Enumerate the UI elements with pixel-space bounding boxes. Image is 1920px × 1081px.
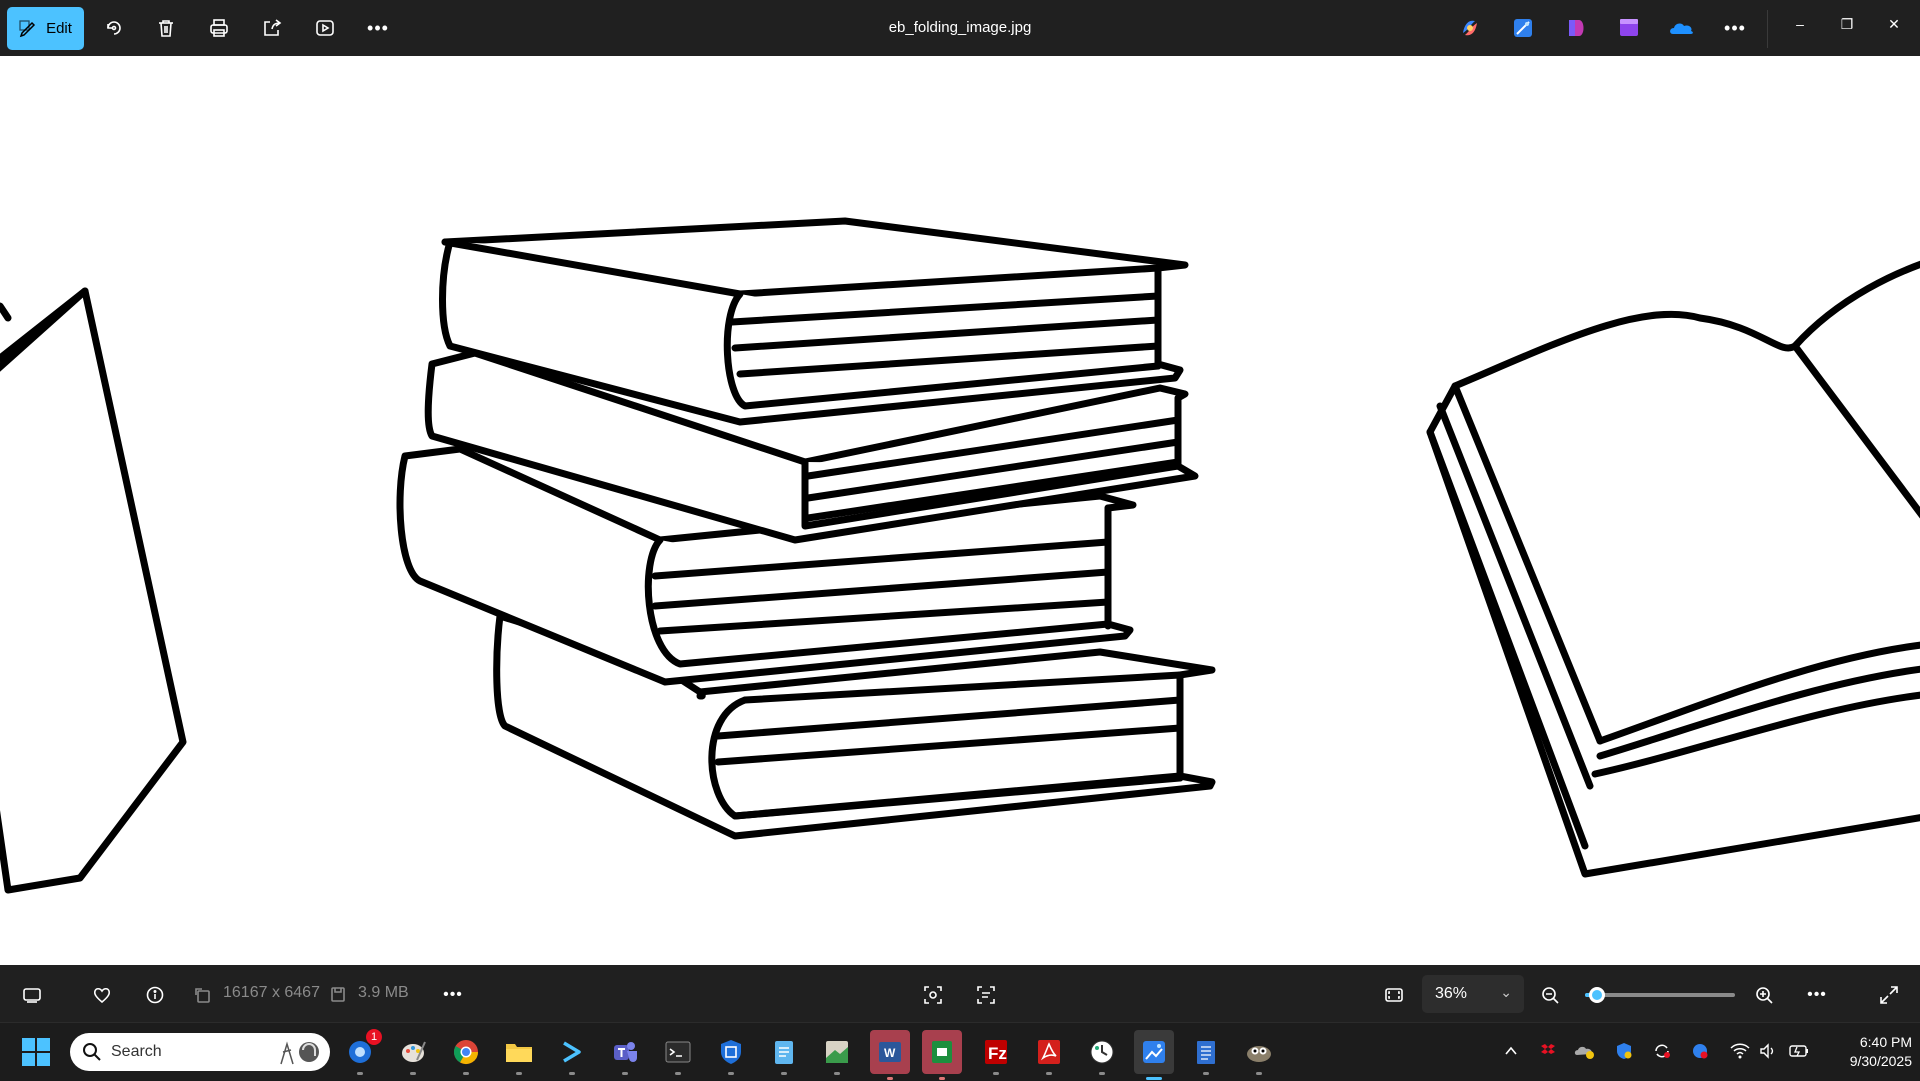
onedrive-icon[interactable] (1668, 14, 1696, 42)
chevron-down-icon: ⌄ (1500, 984, 1512, 1000)
taskbar-photos[interactable] (1134, 1030, 1174, 1080)
taskbar-defender[interactable] (713, 1035, 749, 1075)
search-highlight-icon (280, 1041, 319, 1065)
wifi-icon[interactable] (1728, 1039, 1752, 1063)
image-dimensions: 16167 x 6467 (223, 984, 320, 1001)
taskbar-search[interactable]: Search (70, 1033, 330, 1071)
taskbar: Search 1 W Fz 6:40 PM 9/30/2025 (0, 1022, 1920, 1081)
file-size-icon (324, 981, 352, 1009)
taskbar-clock[interactable] (1084, 1035, 1120, 1075)
zoom-out-icon[interactable] (1536, 981, 1564, 1009)
full-screen-icon[interactable] (1875, 981, 1903, 1009)
designer-icon[interactable] (1562, 14, 1590, 42)
clock-date: 9/30/2025 (1849, 1053, 1912, 1069)
taskbar-word[interactable]: W (870, 1030, 910, 1080)
minimize-button[interactable]: – (1777, 10, 1823, 38)
taskbar-terminal[interactable] (660, 1035, 696, 1075)
close-button[interactable]: ✕ (1871, 10, 1917, 38)
chevron-up-icon[interactable] (1499, 1039, 1523, 1063)
restore-button[interactable]: ❐ (1824, 10, 1870, 38)
zoom-in-icon[interactable] (1750, 981, 1778, 1009)
zoom-slider[interactable] (1585, 987, 1735, 1003)
search-placeholder: Search (111, 1043, 162, 1060)
start-button[interactable] (22, 1038, 50, 1066)
svg-text:W: W (884, 1046, 896, 1060)
vpn-icon[interactable] (1688, 1039, 1712, 1063)
clipchamp-icon[interactable] (1615, 14, 1643, 42)
onedrive-warning-icon[interactable] (1573, 1039, 1597, 1063)
clock-time: 6:40 PM (1859, 1034, 1912, 1050)
security-shield-icon[interactable] (1612, 1039, 1636, 1063)
svg-text:Fz: Fz (988, 1044, 1007, 1063)
favorite-icon[interactable] (88, 981, 116, 1009)
photos-editor-icon[interactable] (1509, 14, 1537, 42)
taskbar-outlook[interactable]: 1 (342, 1029, 382, 1075)
copilot-icon[interactable] (1456, 14, 1484, 42)
taskbar-acrobat[interactable] (1031, 1035, 1067, 1075)
taskbar-filezilla[interactable]: Fz (978, 1035, 1014, 1075)
taskbar-file-explorer[interactable] (501, 1035, 537, 1075)
search-icon (83, 1043, 101, 1061)
more-options-icon[interactable]: ••• (1803, 981, 1831, 1009)
divider (1767, 10, 1768, 48)
zoom-value: 36% (1435, 985, 1468, 1002)
battery-icon[interactable] (1787, 1039, 1811, 1063)
taskbar-teams[interactable] (607, 1035, 643, 1075)
fit-to-window-icon[interactable] (1380, 981, 1408, 1009)
filmstrip-icon[interactable] (18, 981, 46, 1009)
dimensions-icon (190, 983, 218, 1011)
taskbar-gimp[interactable] (1241, 1035, 1277, 1075)
taskbar-paint[interactable] (395, 1035, 431, 1075)
taskbar-notepad[interactable] (766, 1035, 802, 1075)
taskbar-excel[interactable] (922, 1030, 962, 1080)
zoom-slider-thumb[interactable] (1589, 987, 1605, 1003)
taskbar-sheets[interactable] (819, 1035, 855, 1075)
image-canvas[interactable] (0, 56, 1920, 965)
more-apps-icon[interactable]: ••• (1721, 14, 1749, 42)
more-info-icon[interactable]: ••• (439, 981, 467, 1009)
notification-badge: 1 (366, 1029, 382, 1045)
sync-icon[interactable] (1650, 1039, 1674, 1063)
dropbox-icon[interactable] (1536, 1039, 1560, 1063)
file-size: 3.9 MB (358, 984, 409, 1001)
taskbar-notepad-plus[interactable] (1188, 1035, 1224, 1075)
books-illustration (0, 217, 1920, 894)
volume-icon[interactable] (1756, 1039, 1780, 1063)
taskbar-clock-display[interactable]: 6:40 PM 9/30/2025 (1826, 1033, 1912, 1071)
taskbar-chrome[interactable] (448, 1035, 484, 1075)
left-book (0, 287, 187, 894)
taskbar-powershell[interactable] (554, 1035, 590, 1075)
text-recognition-icon[interactable] (972, 981, 1000, 1009)
zoom-dropdown[interactable]: 36% ⌄ (1422, 975, 1524, 1013)
title-bar: Edit ••• eb_folding_image.jpg ••• – ❐ ✕ (0, 0, 1920, 56)
info-icon[interactable] (141, 981, 169, 1009)
bottom-toolbar: 16167 x 6467 3.9 MB ••• 36% ⌄ ••• (0, 965, 1920, 1022)
visual-search-icon[interactable] (919, 981, 947, 1009)
